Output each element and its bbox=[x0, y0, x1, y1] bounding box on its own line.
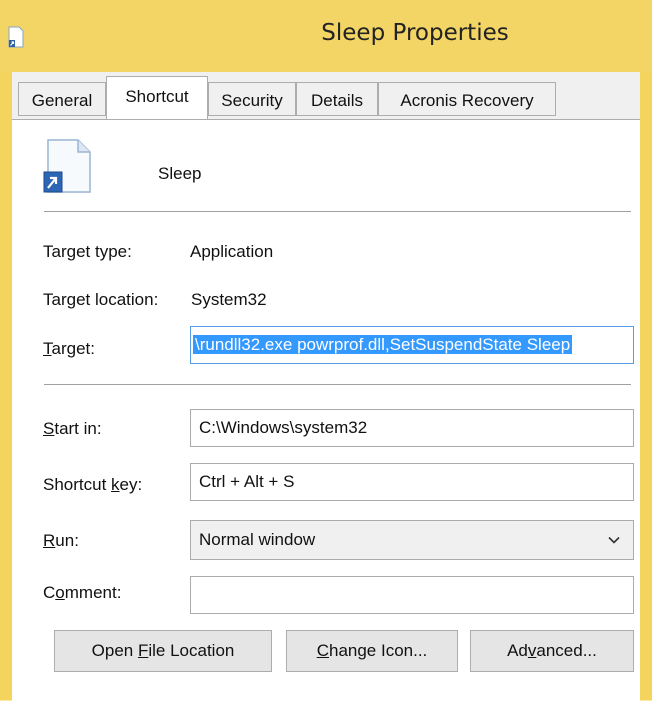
tab-details[interactable]: Details bbox=[296, 82, 378, 116]
chevron-down-icon bbox=[608, 536, 620, 544]
target-label-rest: arget: bbox=[51, 339, 95, 358]
run-value: Normal window bbox=[199, 530, 316, 549]
divider bbox=[44, 211, 631, 212]
comment-label-accel: o bbox=[55, 583, 65, 602]
advanced-button[interactable]: Advanced... bbox=[470, 630, 634, 672]
shortcut-key-label-post: ey: bbox=[119, 475, 143, 494]
shortcut-name: Sleep bbox=[158, 164, 202, 183]
shortcut-large-icon bbox=[43, 139, 91, 193]
run-label: Run: bbox=[43, 531, 79, 551]
change-label-post: hange Icon... bbox=[328, 641, 428, 660]
title-bar[interactable]: Sleep Properties bbox=[0, 0, 652, 72]
target-field[interactable]: \rundll32.exe powrprof.dll,SetSuspendSta… bbox=[190, 326, 634, 364]
run-dropdown[interactable]: Normal window bbox=[190, 520, 634, 560]
change-icon-button[interactable]: Change Icon... bbox=[286, 630, 458, 672]
comment-label-pre: C bbox=[43, 583, 56, 602]
start-in-label-accel: S bbox=[43, 419, 55, 438]
comment-label: Comment: bbox=[43, 583, 121, 603]
tab-general[interactable]: General bbox=[18, 82, 106, 116]
shortcut-panel: Sleep Target type: Application Target lo… bbox=[12, 119, 640, 701]
window-title: Sleep Properties bbox=[321, 20, 509, 46]
run-label-rest: un: bbox=[55, 531, 79, 550]
target-type-value: Application bbox=[190, 242, 274, 261]
dialog-client-area: General Shortcut Security Details Acroni… bbox=[12, 72, 640, 701]
shortcut-key-label-pre: Shortcut bbox=[43, 475, 112, 494]
run-label-accel: R bbox=[43, 531, 56, 550]
target-type-label: Target type: bbox=[43, 242, 132, 261]
start-in-field[interactable]: C:\Windows\system32 bbox=[190, 409, 634, 447]
target-value: \rundll32.exe powrprof.dll,SetSuspendSta… bbox=[193, 335, 573, 354]
start-in-label-rest: tart in: bbox=[54, 419, 102, 438]
open-label-post: ile Location bbox=[148, 641, 235, 660]
shortcut-key-field[interactable]: Ctrl + Alt + S bbox=[190, 463, 634, 501]
shortcut-file-icon[interactable] bbox=[8, 26, 24, 48]
adv-label-pre: Ad bbox=[507, 641, 528, 660]
comment-field[interactable] bbox=[190, 576, 634, 614]
tab-security[interactable]: Security bbox=[208, 82, 296, 116]
divider bbox=[44, 384, 631, 385]
shortcut-key-label-accel: k bbox=[111, 475, 120, 494]
properties-window: Sleep Properties General Shortcut Securi… bbox=[0, 0, 652, 701]
tab-strip: General Shortcut Security Details Acroni… bbox=[12, 72, 640, 120]
shortcut-key-label: Shortcut key: bbox=[43, 475, 142, 495]
tab-acronis-recovery[interactable]: Acronis Recovery bbox=[378, 82, 556, 116]
target-location-value: System32 bbox=[191, 290, 267, 309]
open-label-accel: F bbox=[137, 641, 149, 660]
change-label-accel: C bbox=[316, 641, 329, 660]
target-label-accel: T bbox=[43, 339, 52, 358]
comment-label-post: mment: bbox=[64, 583, 122, 602]
adv-label-post: anced... bbox=[536, 641, 597, 660]
target-location-label: Target location: bbox=[43, 290, 159, 309]
target-label: Target: bbox=[43, 339, 95, 359]
open-label-pre: Open bbox=[91, 641, 138, 660]
start-in-label: Start in: bbox=[43, 419, 102, 439]
open-file-location-button[interactable]: Open File Location bbox=[54, 630, 272, 672]
tab-shortcut[interactable]: Shortcut bbox=[106, 76, 208, 120]
